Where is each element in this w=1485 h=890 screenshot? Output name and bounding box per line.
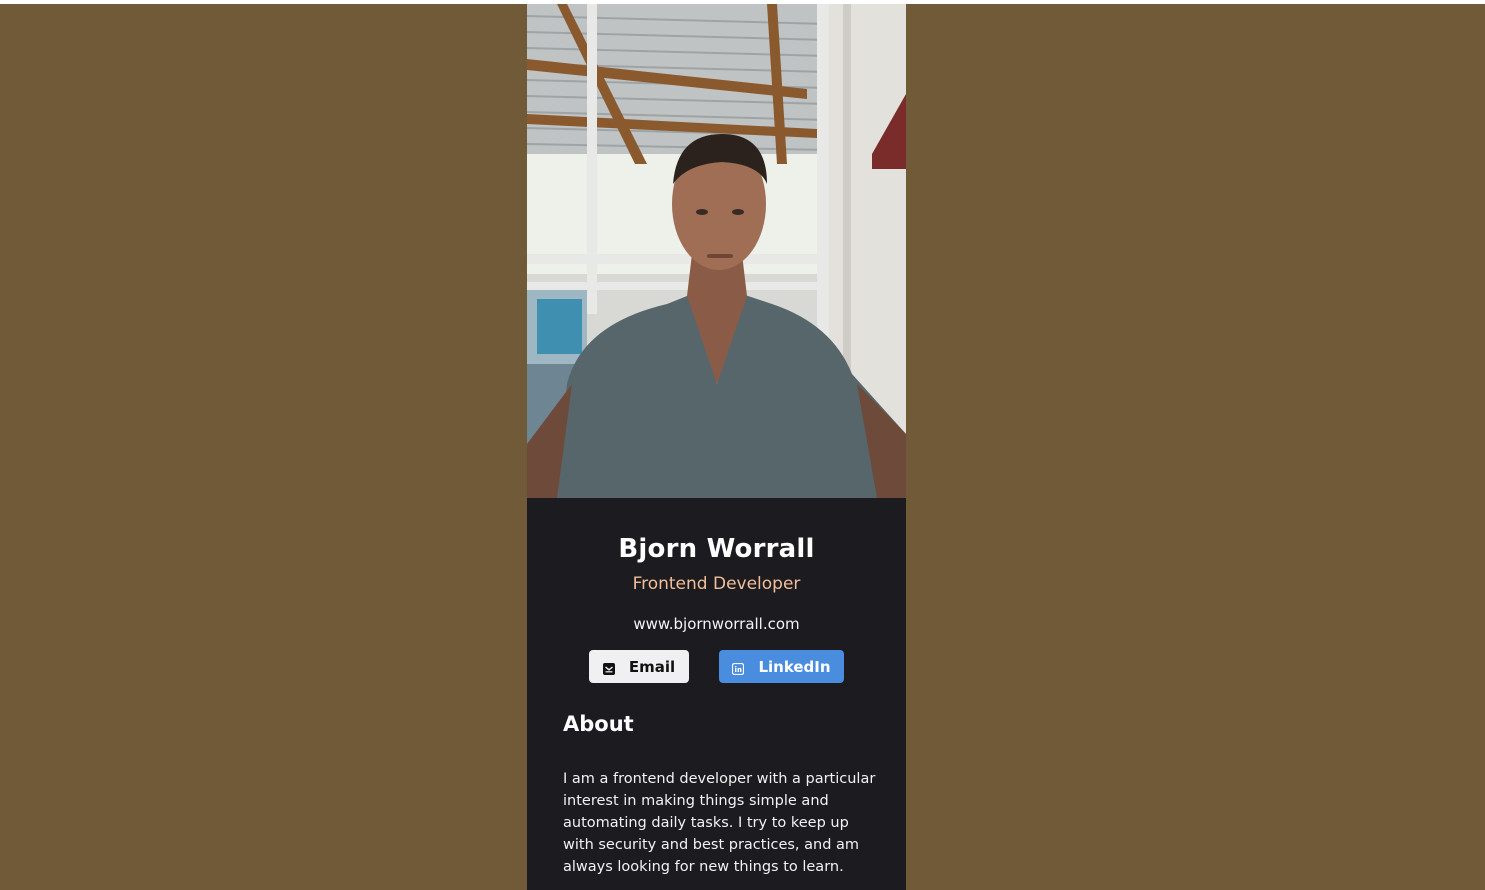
about-heading: About (563, 712, 634, 736)
envelope-icon (602, 661, 615, 675)
profile-name: Bjorn Worrall (618, 534, 815, 564)
website-link[interactable]: www.bjornworrall.com (527, 615, 906, 633)
profile-card: Bjorn Worrall Frontend Developer www.bjo… (527, 4, 906, 890)
linkedin-icon (732, 661, 745, 675)
linkedin-button-label: LinkedIn (758, 657, 831, 676)
linkedin-button[interactable]: LinkedIn (719, 650, 844, 683)
email-button-label: Email (628, 657, 676, 676)
profile-role: Frontend Developer (632, 574, 801, 594)
profile-photo (527, 4, 906, 498)
about-text: I am a frontend developer with a particu… (563, 771, 876, 875)
email-button[interactable]: Email (589, 650, 689, 683)
